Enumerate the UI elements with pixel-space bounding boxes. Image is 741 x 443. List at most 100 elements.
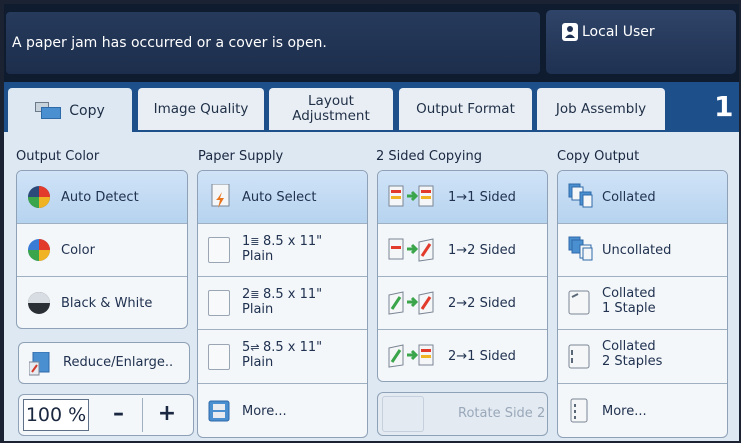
copy-output-group: Collated Uncollated Collated 1 Staple Co… <box>557 170 728 438</box>
uncollated-button[interactable]: Uncollated <box>558 224 727 277</box>
tab-bar: Copy Image Quality Layout Adjustment Out… <box>4 82 739 134</box>
status-bar: A paper jam has occurred or a cover is o… <box>4 4 739 82</box>
bw-ball-icon <box>28 292 50 314</box>
tray-stack-icon: ≣ <box>250 288 263 301</box>
collated-button[interactable]: Collated <box>558 171 727 224</box>
zoom-control: 100 % – + <box>18 394 194 436</box>
auto-paper-icon <box>211 184 230 208</box>
tray-5-label: 5⇌ 8.5 x 11" Plain <box>242 340 322 370</box>
2-to-2-sided-button[interactable]: 2→2 Sided <box>378 277 547 330</box>
auto-detect-label: Auto Detect <box>61 189 139 205</box>
collated-1-staple-button[interactable]: Collated 1 Staple <box>558 277 727 330</box>
color-label: Color <box>61 242 95 258</box>
two-sided-heading: 2 Sided Copying <box>376 149 482 164</box>
zoom-decrease-button[interactable]: – <box>95 398 143 432</box>
tab-output-format-label: Output Format <box>416 100 515 117</box>
paper-more-button[interactable]: More... <box>198 384 367 437</box>
tray-paper-type: Plain <box>242 302 274 317</box>
tab-job-assembly-label: Job Assembly <box>555 100 647 117</box>
tray-5-button[interactable]: 5⇌ 8.5 x 11" Plain <box>198 330 367 384</box>
reduce-enlarge-label: Reduce/Enlarge.. <box>63 355 174 370</box>
staple-1-line2: 1 Staple <box>602 301 656 316</box>
tray-size: 8.5 x 11" <box>263 234 323 249</box>
staple-2-line2: 2 Staples <box>602 354 663 369</box>
staple-1-icon <box>568 290 590 315</box>
staple-2-line1: Collated <box>602 339 656 354</box>
output-more-button[interactable]: More... <box>558 384 727 437</box>
tray-paper-type: Plain <box>242 249 274 264</box>
color-button[interactable]: Color <box>17 224 187 277</box>
paper-supply-group: Auto Select 1≣ 8.5 x 11" Plain 2≣ 8.5 x … <box>197 170 368 438</box>
tab-layout-adjustment[interactable]: Layout Adjustment <box>269 88 393 130</box>
copy-output-heading: Copy Output <box>557 149 640 164</box>
finisher-options-icon <box>570 398 588 423</box>
paper-trays-icon <box>208 400 230 422</box>
tab-layout-label-2: Adjustment <box>292 108 370 124</box>
copier-icon <box>35 102 63 120</box>
paper-more-label: More... <box>242 404 287 419</box>
collated-2-staples-label: Collated 2 Staples <box>602 339 662 369</box>
color-wheel-icon <box>28 186 50 208</box>
collated-label: Collated <box>602 189 656 205</box>
tray-2-label: 2≣ 8.5 x 11" Plain <box>242 287 322 317</box>
collated-icon <box>568 183 593 208</box>
black-white-button[interactable]: Black & White <box>17 277 187 328</box>
tray-stack-icon: ≣ <box>250 235 263 248</box>
status-message: A paper jam has occurred or a cover is o… <box>6 12 540 74</box>
tab-job-assembly[interactable]: Job Assembly <box>537 88 665 130</box>
uncollated-label: Uncollated <box>602 242 672 258</box>
tray-size: 8.5 x 11" <box>263 287 323 302</box>
tab-layout-label-1: Layout <box>308 93 354 109</box>
output-color-group: Auto Detect Color Black & White <box>16 170 188 329</box>
tray-1-button[interactable]: 1≣ 8.5 x 11" Plain <box>198 224 367 277</box>
2-to-2-sided-label: 2→2 Sided <box>448 295 516 311</box>
tab-image-quality[interactable]: Image Quality <box>138 88 264 130</box>
paper-tray-icon <box>208 290 230 316</box>
touch-screen: A paper jam has occurred or a cover is o… <box>4 4 739 441</box>
1-to-1-sided-label: 1→1 Sided <box>448 189 516 205</box>
bypass-tray-icon: ⇌ <box>250 341 263 354</box>
local-user-label: Local User <box>582 24 655 40</box>
two-to-one-sided-icon <box>388 344 434 368</box>
2-to-1-sided-button[interactable]: 2→1 Sided <box>378 330 547 381</box>
tray-2-button[interactable]: 2≣ 8.5 x 11" Plain <box>198 277 367 330</box>
tab-output-format[interactable]: Output Format <box>399 88 532 130</box>
staple-1-line1: Collated <box>602 286 656 301</box>
1-to-2-sided-label: 1→2 Sided <box>448 242 516 258</box>
zoom-value-field[interactable]: 100 % <box>23 399 89 431</box>
1-to-1-sided-button[interactable]: 1→1 Sided <box>378 171 547 224</box>
tab-copy-label: Copy <box>69 102 105 119</box>
auto-select-label: Auto Select <box>242 189 317 205</box>
reduce-enlarge-button[interactable]: Reduce/Enlarge.. <box>18 342 190 384</box>
tray-size: 8.5 x 11" <box>263 340 323 355</box>
tray-paper-type: Plain <box>242 355 274 370</box>
output-more-label: More... <box>602 404 647 419</box>
collated-2-staples-button[interactable]: Collated 2 Staples <box>558 330 727 384</box>
auto-detect-button[interactable]: Auto Detect <box>17 171 187 224</box>
rotate-side-2-label: Rotate Side 2 <box>458 406 546 421</box>
copy-quantity[interactable]: 1 <box>714 90 733 123</box>
one-to-two-sided-icon <box>388 238 434 262</box>
rotate-side-2-button[interactable]: Rotate Side 2 <box>377 392 548 436</box>
tab-copy[interactable]: Copy <box>8 88 132 134</box>
local-user-button[interactable]: Local User <box>546 10 736 74</box>
user-icon <box>562 23 578 41</box>
auto-select-button[interactable]: Auto Select <box>198 171 367 224</box>
zoom-increase-button[interactable]: + <box>143 398 191 432</box>
1-to-2-sided-button[interactable]: 1→2 Sided <box>378 224 547 277</box>
output-color-heading: Output Color <box>16 149 100 164</box>
paper-supply-heading: Paper Supply <box>198 149 284 164</box>
tray-1-label: 1≣ 8.5 x 11" Plain <box>242 234 322 264</box>
rotate-checkbox <box>382 396 424 432</box>
one-to-one-sided-icon <box>388 185 434 207</box>
two-sided-group: 1→1 Sided 1→2 Sided 2→2 Sided 2→1 Sided <box>377 170 548 382</box>
paper-tray-icon <box>208 237 230 263</box>
2-to-1-sided-label: 2→1 Sided <box>448 349 516 364</box>
uncollated-icon <box>568 236 593 261</box>
color-ball-icon <box>28 239 50 261</box>
collated-1-staple-label: Collated 1 Staple <box>602 286 656 316</box>
staple-2-icon <box>568 344 590 369</box>
black-white-label: Black & White <box>61 296 153 311</box>
paper-tray-icon <box>208 344 230 370</box>
tab-image-quality-label: Image Quality <box>153 100 249 117</box>
